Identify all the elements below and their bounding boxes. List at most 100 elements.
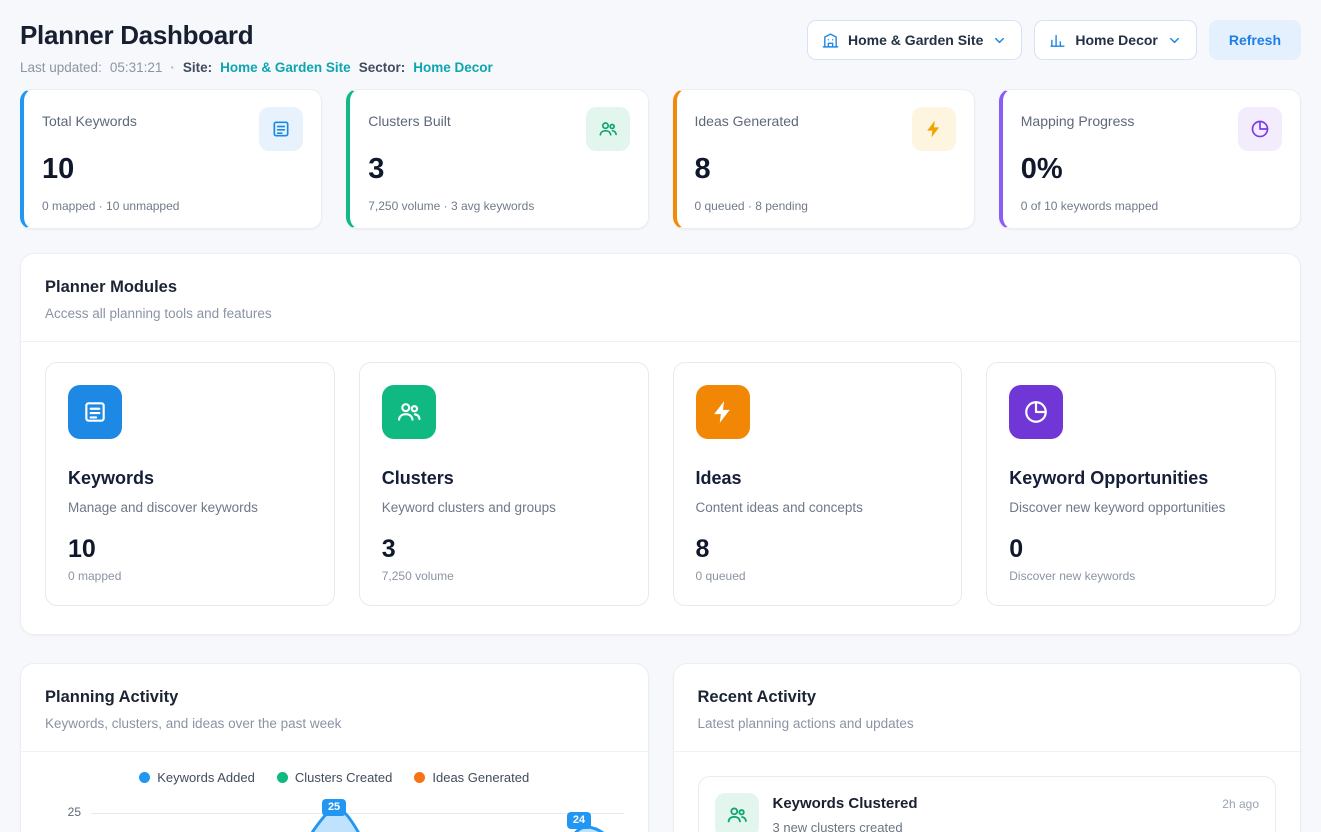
stat-card-total-keywords: Total Keywords 10 0 mapped · 10 unmapped bbox=[20, 89, 322, 229]
stat-value: 10 bbox=[42, 153, 303, 186]
site-selector-dropdown[interactable]: Home & Garden Site bbox=[807, 20, 1022, 60]
module-description: Content ideas and concepts bbox=[696, 500, 940, 515]
bolt-icon bbox=[912, 107, 956, 151]
site-link[interactable]: Home & Garden Site bbox=[220, 60, 351, 75]
recent-activity-body: Keywords Clustered 3 new clusters create… bbox=[674, 752, 1301, 832]
area-series-keywords bbox=[91, 793, 624, 832]
page-title: Planner Dashboard bbox=[20, 20, 493, 51]
module-description: Discover new keyword opportunities bbox=[1009, 500, 1253, 515]
activity-item-timestamp: 2h ago bbox=[1222, 793, 1259, 811]
bottom-row: Planning Activity Keywords, clusters, an… bbox=[20, 663, 1301, 832]
module-description: Keyword clusters and groups bbox=[382, 500, 626, 515]
activity-item-title: Keywords Clustered bbox=[773, 793, 1209, 812]
legend-label: Clusters Created bbox=[295, 770, 393, 785]
planner-dashboard-page: Planner Dashboard Last updated: 05:31:21… bbox=[0, 0, 1321, 832]
planning-activity-subtitle: Keywords, clusters, and ideas over the p… bbox=[45, 716, 624, 731]
topbar: Planner Dashboard Last updated: 05:31:21… bbox=[20, 20, 1301, 75]
module-title: Ideas bbox=[696, 468, 940, 489]
stat-label: Ideas Generated bbox=[695, 107, 799, 129]
recent-activity-subtitle: Latest planning actions and updates bbox=[698, 716, 1277, 731]
planning-activity-card: Planning Activity Keywords, clusters, an… bbox=[20, 663, 649, 832]
pie-chart-icon bbox=[1009, 385, 1063, 439]
legend-keywords-added: Keywords Added bbox=[139, 770, 255, 785]
module-card-keyword-opportunities[interactable]: Keyword Opportunities Discover new keywo… bbox=[986, 362, 1276, 606]
activity-item: Keywords Clustered 3 new clusters create… bbox=[698, 776, 1277, 832]
sector-selector-value: Home Decor bbox=[1075, 32, 1157, 48]
module-detail: 7,250 volume bbox=[382, 569, 626, 583]
planning-activity-body: Keywords Added Clusters Created Ideas Ge… bbox=[21, 752, 648, 832]
chart-legend: Keywords Added Clusters Created Ideas Ge… bbox=[45, 770, 624, 785]
meta-separator: · bbox=[170, 60, 175, 75]
sector-link[interactable]: Home Decor bbox=[413, 60, 493, 75]
users-icon bbox=[586, 107, 630, 151]
legend-ideas-generated: Ideas Generated bbox=[414, 770, 529, 785]
module-description: Manage and discover keywords bbox=[68, 500, 312, 515]
legend-dot-blue bbox=[139, 772, 150, 783]
stat-value: 8 bbox=[695, 153, 956, 186]
topbar-left: Planner Dashboard Last updated: 05:31:21… bbox=[20, 20, 493, 75]
modules-title: Planner Modules bbox=[45, 278, 1276, 297]
stat-card-mapping-progress: Mapping Progress 0% 0 of 10 keywords map… bbox=[999, 89, 1301, 229]
activity-item-description: 3 new clusters created bbox=[773, 820, 1209, 832]
stat-label: Mapping Progress bbox=[1021, 107, 1135, 129]
last-updated-label: Last updated: bbox=[20, 60, 102, 75]
building-icon bbox=[822, 32, 839, 49]
module-value: 0 bbox=[1009, 535, 1253, 564]
module-detail: 0 mapped bbox=[68, 569, 312, 583]
legend-label: Keywords Added bbox=[157, 770, 255, 785]
chevron-down-icon bbox=[992, 33, 1007, 48]
stats-row: Total Keywords 10 0 mapped · 10 unmapped… bbox=[20, 89, 1301, 229]
sector-label: Sector: bbox=[359, 60, 406, 75]
legend-dot-orange bbox=[414, 772, 425, 783]
module-detail: 0 queued bbox=[696, 569, 940, 583]
recent-activity-title: Recent Activity bbox=[698, 688, 1277, 707]
module-detail: Discover new keywords bbox=[1009, 569, 1253, 583]
refresh-button[interactable]: Refresh bbox=[1209, 20, 1301, 60]
recent-activity-header: Recent Activity Latest planning actions … bbox=[674, 664, 1301, 752]
modules-header: Planner Modules Access all planning tool… bbox=[21, 254, 1300, 342]
data-label-25: 25 bbox=[322, 799, 346, 816]
planning-activity-title: Planning Activity bbox=[45, 688, 624, 707]
legend-clusters-created: Clusters Created bbox=[277, 770, 393, 785]
stat-card-clusters-built: Clusters Built 3 7,250 volume · 3 avg ke… bbox=[346, 89, 648, 229]
document-icon bbox=[68, 385, 122, 439]
module-title: Keywords bbox=[68, 468, 312, 489]
module-card-clusters[interactable]: Clusters Keyword clusters and groups 3 7… bbox=[359, 362, 649, 606]
module-value: 3 bbox=[382, 535, 626, 564]
stat-detail: 0 of 10 keywords mapped bbox=[1021, 199, 1282, 213]
sector-selector-dropdown[interactable]: Home Decor bbox=[1034, 20, 1196, 60]
bolt-icon bbox=[696, 385, 750, 439]
modules-subtitle: Access all planning tools and features bbox=[45, 306, 1276, 321]
chevron-down-icon bbox=[1167, 33, 1182, 48]
stat-label: Clusters Built bbox=[368, 107, 450, 129]
activity-chart: 25 25 24 bbox=[45, 799, 624, 832]
planning-activity-header: Planning Activity Keywords, clusters, an… bbox=[21, 664, 648, 752]
module-title: Keyword Opportunities bbox=[1009, 468, 1253, 489]
site-selector-value: Home & Garden Site bbox=[848, 32, 983, 48]
recent-activity-card: Recent Activity Latest planning actions … bbox=[673, 663, 1302, 832]
stat-detail: 0 queued · 8 pending bbox=[695, 199, 956, 213]
last-updated-value: 05:31:21 bbox=[110, 60, 163, 75]
users-icon bbox=[715, 793, 759, 832]
stat-detail: 0 mapped · 10 unmapped bbox=[42, 199, 303, 213]
stat-card-ideas-generated: Ideas Generated 8 0 queued · 8 pending bbox=[673, 89, 975, 229]
module-value: 8 bbox=[696, 535, 940, 564]
users-icon bbox=[382, 385, 436, 439]
stat-value: 0% bbox=[1021, 153, 1282, 186]
topbar-controls: Home & Garden Site Home Decor Refresh bbox=[807, 20, 1301, 60]
legend-label: Ideas Generated bbox=[432, 770, 529, 785]
bar-chart-icon bbox=[1049, 32, 1066, 49]
data-label-24: 24 bbox=[567, 812, 591, 829]
stat-label: Total Keywords bbox=[42, 107, 137, 129]
y-axis-tick: 25 bbox=[45, 799, 91, 832]
stat-value: 3 bbox=[368, 153, 629, 186]
modules-grid: Keywords Manage and discover keywords 10… bbox=[21, 342, 1300, 634]
legend-dot-green bbox=[277, 772, 288, 783]
chart-plot-area: 25 24 bbox=[91, 799, 624, 832]
document-icon bbox=[259, 107, 303, 151]
module-card-keywords[interactable]: Keywords Manage and discover keywords 10… bbox=[45, 362, 335, 606]
module-card-ideas[interactable]: Ideas Content ideas and concepts 8 0 que… bbox=[673, 362, 963, 606]
stat-detail: 7,250 volume · 3 avg keywords bbox=[368, 199, 629, 213]
planner-modules-section: Planner Modules Access all planning tool… bbox=[20, 253, 1301, 635]
meta-row: Last updated: 05:31:21 · Site: Home & Ga… bbox=[20, 60, 493, 75]
